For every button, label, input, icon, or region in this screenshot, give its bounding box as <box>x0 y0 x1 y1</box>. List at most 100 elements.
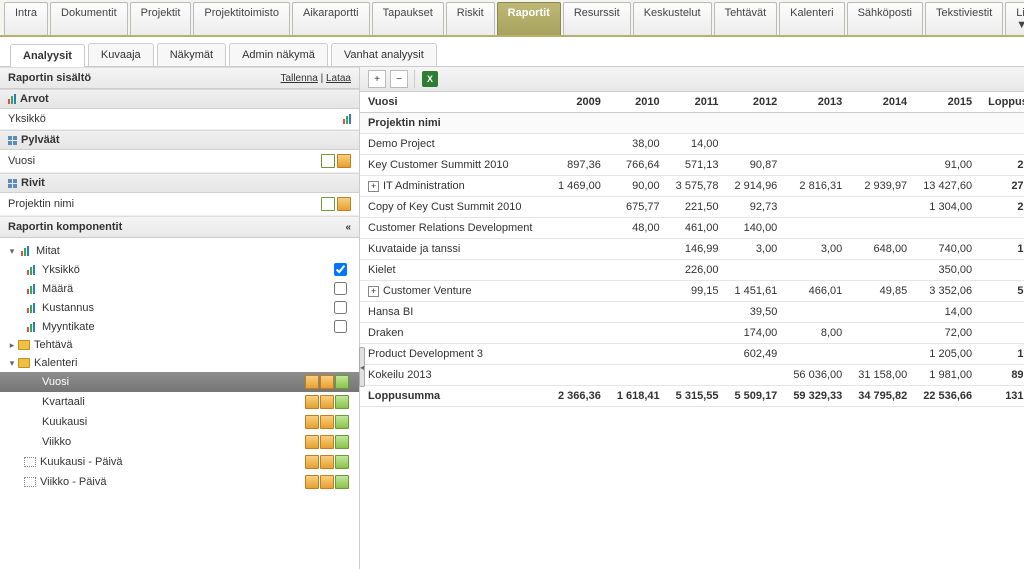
table-row[interactable]: Kuvataide ja tanssi146,993,003,00648,007… <box>360 239 1024 260</box>
pylvaat-section[interactable]: Pylväät <box>0 130 359 150</box>
collapse-icon[interactable]: ▾ <box>6 246 18 257</box>
table-row[interactable]: Kielet226,00350,00576,00 <box>360 260 1024 281</box>
sidebar-collapse-handle[interactable]: ◂ <box>359 347 365 387</box>
topnav-tab[interactable]: Projektit <box>130 2 192 35</box>
config-icon[interactable] <box>337 197 351 211</box>
load-link[interactable]: Lataa <box>326 73 351 84</box>
col-header-total[interactable]: Loppusumma <box>980 92 1024 113</box>
table-row[interactable]: Customer Relations Development48,00461,0… <box>360 218 1024 239</box>
action-icon[interactable] <box>305 455 319 469</box>
topnav-tab[interactable]: Projektitoimisto <box>193 2 290 35</box>
expand-row-icon[interactable]: + <box>368 286 379 297</box>
tree-vuosi[interactable]: Vuosi <box>0 372 359 392</box>
tree-mitat[interactable]: ▾ Mitat <box>0 242 359 260</box>
action-icon[interactable] <box>305 475 319 489</box>
action-icon[interactable] <box>320 455 334 469</box>
rivit-section[interactable]: Rivit <box>0 173 359 193</box>
maara-checkbox[interactable] <box>334 282 347 295</box>
tree-kustannus[interactable]: Kustannus <box>0 298 359 317</box>
tree-kuukausi[interactable]: Kuukausi <box>0 412 359 432</box>
col-header-year[interactable]: 2012 <box>726 92 785 113</box>
table-row[interactable]: Hansa BI39,5014,0053,50 <box>360 302 1024 323</box>
col-header-year[interactable]: 2010 <box>609 92 668 113</box>
topnav-tab[interactable]: Intra <box>4 2 48 35</box>
expand-all-button[interactable]: + <box>368 70 386 88</box>
export-excel-button[interactable]: X <box>421 70 439 88</box>
action-icon[interactable] <box>335 395 349 409</box>
action-icon[interactable] <box>335 375 349 389</box>
topnav-tab[interactable]: Raportit <box>497 2 561 35</box>
collapse-icon[interactable]: « <box>345 222 351 233</box>
topnav-tab[interactable]: Aikaraportti <box>292 2 370 35</box>
table-row[interactable]: Key Customer Summitt 2010897,36766,64571… <box>360 155 1024 176</box>
subnav-tab[interactable]: Analyysit <box>10 44 85 67</box>
filter-icon[interactable] <box>321 154 335 168</box>
action-icon[interactable] <box>320 475 334 489</box>
col-header-year[interactable]: 2009 <box>550 92 609 113</box>
tree-tehtava[interactable]: ▸ Tehtävä <box>0 336 359 354</box>
tree-viikko-paiva[interactable]: Viikko - Päivä <box>0 472 359 492</box>
expand-row-icon[interactable]: + <box>368 181 379 192</box>
yksikko-row[interactable]: Yksikkö <box>0 109 359 130</box>
table-row[interactable]: +IT Administration1 469,0090,003 575,782… <box>360 176 1024 197</box>
tree-kuukausi-paiva[interactable]: Kuukausi - Päivä <box>0 452 359 472</box>
action-icon[interactable] <box>305 375 319 389</box>
table-row[interactable]: Copy of Key Cust Summit 2010675,77221,50… <box>360 197 1024 218</box>
action-icon[interactable] <box>320 435 334 449</box>
table-row[interactable]: Demo Project38,0014,0052,00 <box>360 134 1024 155</box>
col-header-year[interactable]: 2013 <box>785 92 850 113</box>
tree-yksikko[interactable]: Yksikkö <box>0 260 359 279</box>
col-header-year[interactable]: 2015 <box>915 92 980 113</box>
col-header-vuosi[interactable]: Vuosi <box>360 92 550 113</box>
topnav-tab[interactable]: Tapaukset <box>372 2 444 35</box>
expand-icon[interactable]: ▸ <box>6 340 18 351</box>
action-icon[interactable] <box>305 395 319 409</box>
topnav-tab[interactable]: Kalenteri <box>779 2 844 35</box>
action-icon[interactable] <box>320 375 334 389</box>
action-icon[interactable] <box>320 415 334 429</box>
col-header-year[interactable]: 2014 <box>850 92 915 113</box>
subnav-tab[interactable]: Admin näkymä <box>229 43 328 66</box>
topnav-tab[interactable]: Tekstiviestit <box>925 2 1003 35</box>
config-icon[interactable] <box>337 154 351 168</box>
topnav-tab[interactable]: Sähköposti <box>847 2 923 35</box>
tree-viikko[interactable]: Viikko <box>0 432 359 452</box>
topnav-tab[interactable]: Riskit <box>446 2 495 35</box>
table-row[interactable]: Kokeilu 201356 036,0031 158,001 981,0089… <box>360 365 1024 386</box>
kustannus-checkbox[interactable] <box>334 301 347 314</box>
topnav-tab[interactable]: Tehtävät <box>714 2 778 35</box>
arvot-section[interactable]: Arvot <box>0 89 359 109</box>
topnav-tab[interactable]: Dokumentit <box>50 2 128 35</box>
action-icon[interactable] <box>320 395 334 409</box>
vuosi-row[interactable]: Vuosi <box>0 150 359 173</box>
col-header-year[interactable]: 2011 <box>668 92 727 113</box>
action-icon[interactable] <box>305 415 319 429</box>
save-link[interactable]: Tallenna <box>281 73 318 84</box>
tree-kalenteri[interactable]: ▾ Kalenteri <box>0 354 359 372</box>
table-row[interactable]: Product Development 3602,491 205,001 807… <box>360 344 1024 365</box>
bars-icon[interactable] <box>343 114 351 124</box>
tree-maara[interactable]: Määrä <box>0 279 359 298</box>
action-icon[interactable] <box>335 455 349 469</box>
yksikko-checkbox[interactable] <box>334 263 347 276</box>
table-row[interactable]: +Customer Venture99,151 451,61466,0149,8… <box>360 281 1024 302</box>
filter-icon[interactable] <box>321 197 335 211</box>
collapse-icon[interactable]: ▾ <box>6 358 18 369</box>
components-header[interactable]: Raportin komponentit « <box>0 216 359 238</box>
table-row[interactable]: Draken174,008,0072,00254,00 <box>360 323 1024 344</box>
subnav-tab[interactable]: Vanhat analyysit <box>331 43 437 66</box>
myyntikate-checkbox[interactable] <box>334 320 347 333</box>
collapse-all-button[interactable]: − <box>390 70 408 88</box>
action-icon[interactable] <box>305 435 319 449</box>
topnav-tab[interactable]: Lisää ▼ <box>1005 2 1024 35</box>
tree-kvartaali[interactable]: Kvartaali <box>0 392 359 412</box>
subnav-tab[interactable]: Näkymät <box>157 43 226 66</box>
action-icon[interactable] <box>335 415 349 429</box>
topnav-tab[interactable]: Keskustelut <box>633 2 712 35</box>
topnav-tab[interactable]: Resurssit <box>563 2 631 35</box>
projektin-nimi-row[interactable]: Projektin nimi <box>0 193 359 216</box>
action-icon[interactable] <box>335 475 349 489</box>
tree-myyntikate[interactable]: Myyntikate <box>0 317 359 336</box>
action-icon[interactable] <box>335 435 349 449</box>
subnav-tab[interactable]: Kuvaaja <box>88 43 154 66</box>
